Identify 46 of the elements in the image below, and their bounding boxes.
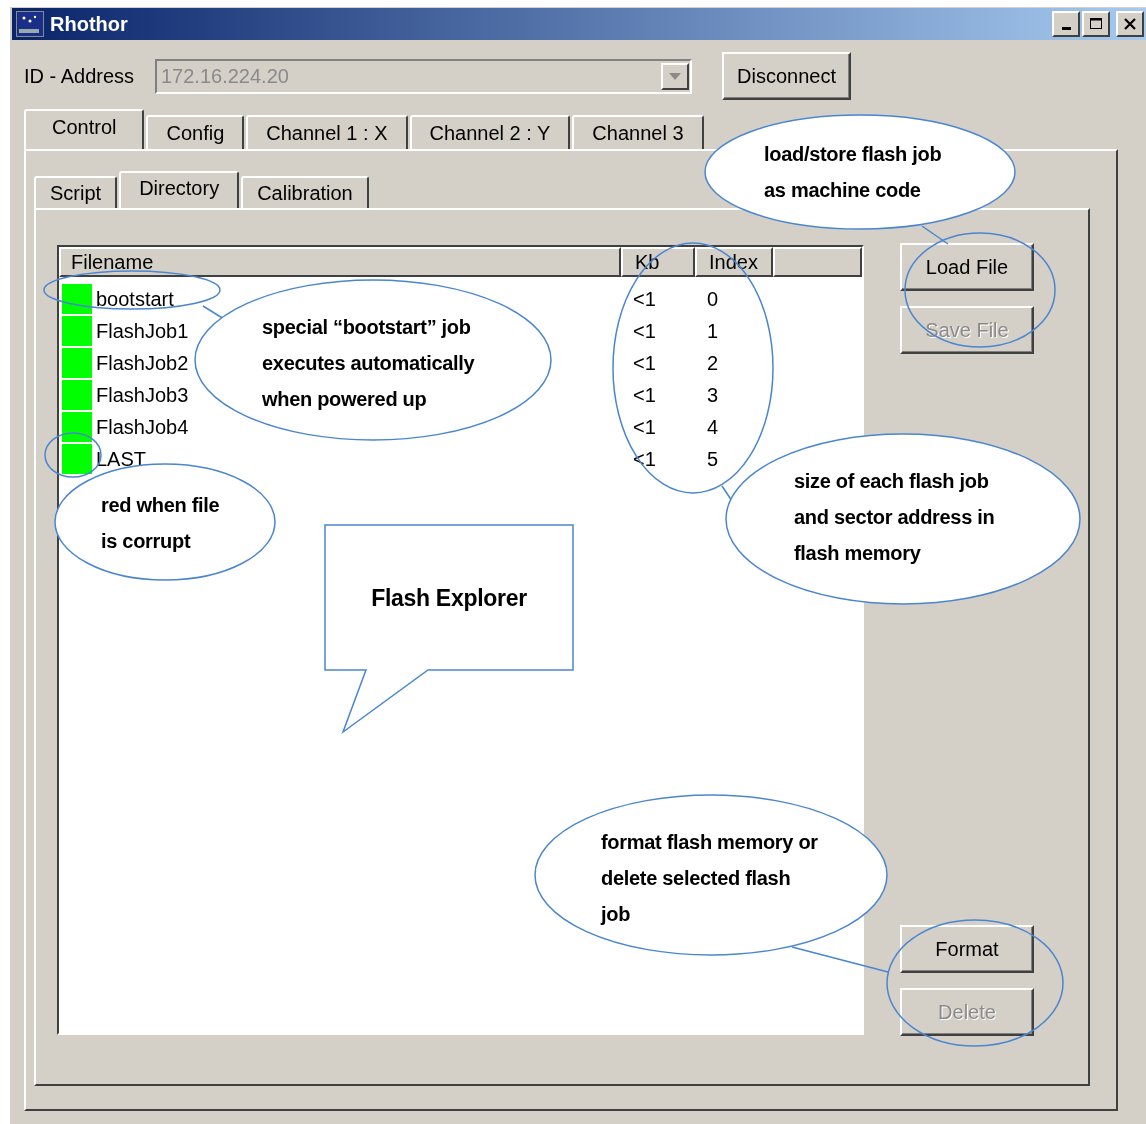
maximize-icon (1089, 17, 1103, 31)
dropdown-arrow-icon (669, 72, 681, 80)
minimize-icon (1061, 26, 1071, 30)
index-cell: 0 (707, 287, 719, 310)
tab[interactable]: Control (24, 109, 145, 149)
disconnect-button[interactable]: Disconnect (722, 52, 851, 100)
tab[interactable]: Channel 3 (572, 115, 704, 149)
tab[interactable]: Channel 1 : X (246, 115, 408, 149)
file-button[interactable]: Load File (900, 243, 1034, 291)
tab[interactable]: Directory (119, 171, 240, 208)
close-icon (1123, 17, 1137, 31)
filename-cell[interactable]: FlashJob2 (96, 351, 189, 375)
callout-text: format flash memory or delete selected flash job (601, 830, 818, 927)
job-button[interactable]: Format (900, 925, 1034, 973)
window-title: Rhothor (50, 12, 129, 36)
minimize-button[interactable] (1052, 11, 1080, 37)
size-cell: <1 (633, 351, 656, 374)
size-cell: <1 (633, 319, 656, 342)
callout-text: load/store flash job as machine code (764, 142, 942, 203)
tab[interactable]: Channel 2 : Y (409, 115, 571, 149)
filename-cell[interactable]: bootstart (96, 287, 174, 311)
callout-text: size of each flash job and sector address in flash memory (794, 469, 995, 566)
size-cell: <1 (633, 383, 656, 406)
index-cell: 1 (707, 319, 719, 342)
tab[interactable]: Calibration (241, 176, 369, 208)
tab[interactable]: Script (34, 176, 118, 208)
index-cell: 4 (707, 415, 719, 438)
index-cell: 3 (707, 383, 719, 406)
index-cell: 2 (707, 351, 719, 374)
close-button[interactable] (1116, 11, 1144, 37)
callout-text: Flash Explorer (370, 584, 528, 613)
filename-cell[interactable]: FlashJob1 (96, 319, 189, 343)
app-icon (16, 11, 44, 37)
callout-text: red when file is corrupt (101, 493, 220, 554)
column-header[interactable]: Filename (59, 247, 621, 277)
size-cell: <1 (633, 415, 656, 438)
callout-text: special “bootstart” job executes automatically when powered up (262, 315, 475, 412)
address-label: ID - Address (24, 64, 136, 88)
filename-cell[interactable]: FlashJob4 (96, 415, 189, 439)
index-cell: 5 (707, 447, 719, 470)
column-header[interactable] (773, 247, 862, 277)
tab[interactable]: Config (146, 115, 245, 149)
maximize-button[interactable] (1082, 11, 1110, 37)
size-cell: <1 (633, 287, 656, 310)
filename-cell[interactable]: FlashJob3 (96, 383, 189, 407)
leader-line (921, 225, 949, 245)
